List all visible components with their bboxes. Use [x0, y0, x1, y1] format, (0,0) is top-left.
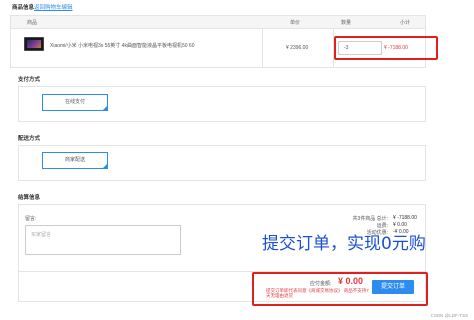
product-thumbnail[interactable]	[24, 37, 44, 51]
col-header-subtotal: 小计	[400, 20, 411, 26]
highlight-box-qty	[334, 36, 438, 60]
col-header-qty: 数量	[341, 20, 352, 26]
watermark: CSDN @LDF-TSS	[430, 313, 468, 318]
note-label: 留言:	[25, 216, 37, 222]
total-label: 共3件商品 总计:	[352, 216, 388, 222]
product-table-header	[11, 16, 425, 29]
payment-section-title: 支付方式	[18, 77, 41, 83]
shipping-value: ¥ 0.00	[393, 222, 407, 228]
page-title: 商品信息	[12, 5, 35, 11]
col-header-product: 商品	[27, 20, 38, 26]
highlight-box-order	[252, 272, 428, 306]
payment-option-online[interactable]: 在线支付	[42, 94, 108, 111]
delivery-option-merchant[interactable]: 商家配送	[42, 152, 108, 169]
note-placeholder: 买家留言	[31, 232, 52, 238]
total-value: ¥ -7188.00	[393, 215, 417, 221]
column-divider	[262, 29, 263, 68]
product-name[interactable]: Xiaomi/小米 小米电视3s 55英寸 4k曲面智能液晶平板电视机50 60	[50, 42, 194, 49]
back-to-cart-link[interactable]: 返回购物车编辑	[34, 3, 73, 11]
overlay-caption: 提交订单，实现0元购	[262, 234, 426, 254]
note-textarea[interactable]: 买家留言	[25, 225, 181, 255]
col-header-price: 单价	[290, 20, 301, 26]
delivery-section-title: 配送方式	[18, 136, 41, 142]
unit-price: ¥ 2396.00	[286, 45, 309, 51]
shipping-label: 运费:	[376, 223, 388, 229]
settlement-section-title: 结算信息	[18, 195, 41, 201]
